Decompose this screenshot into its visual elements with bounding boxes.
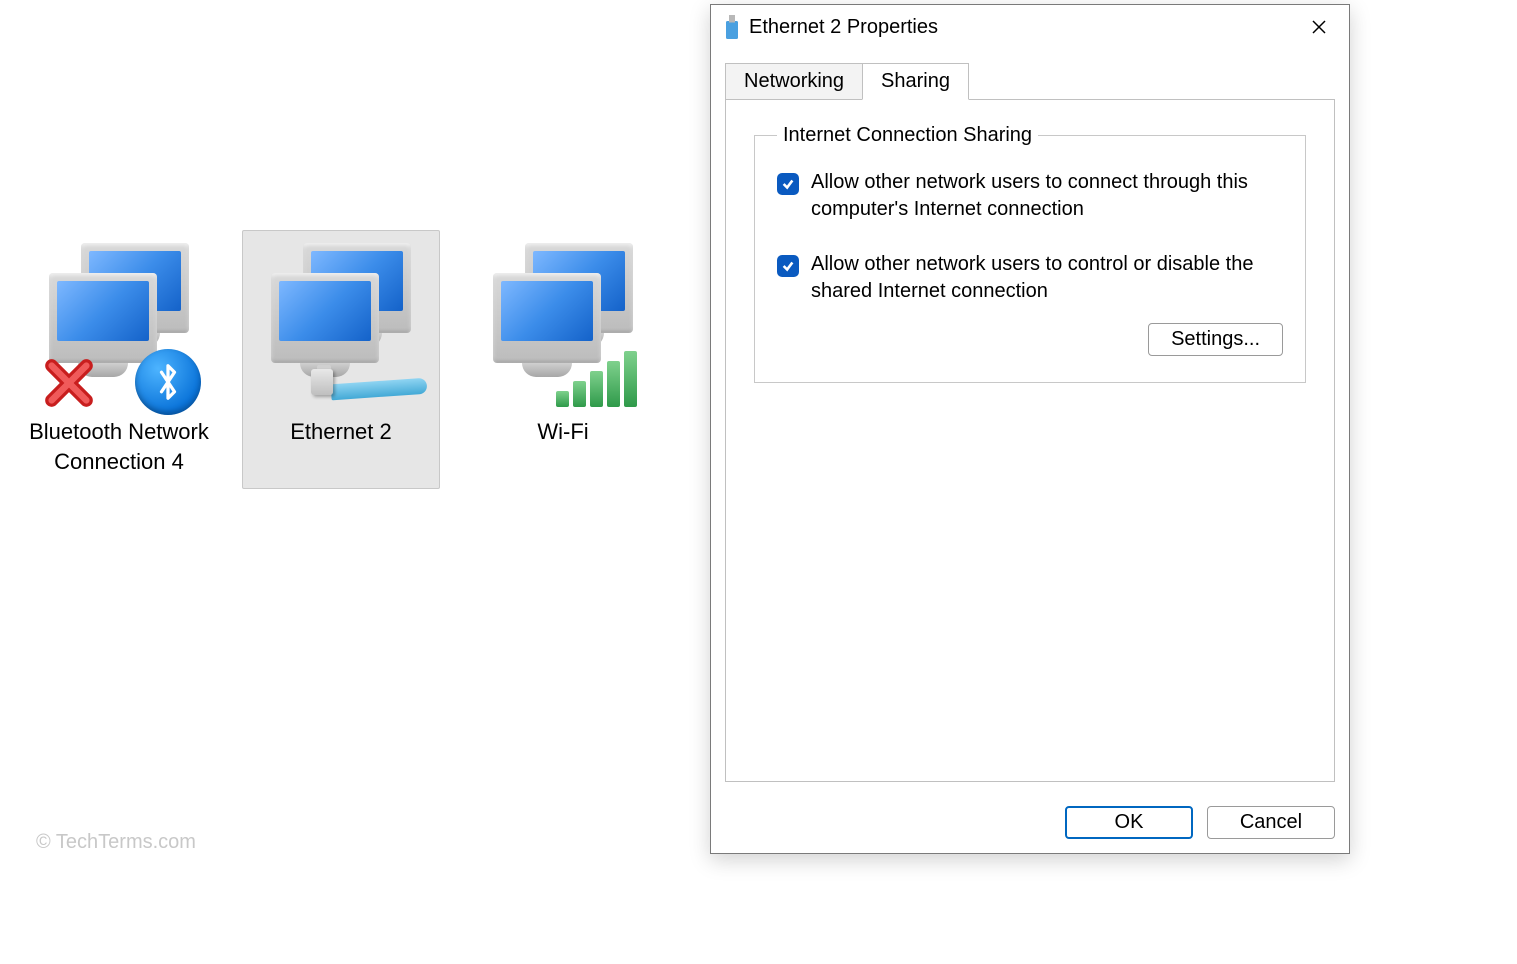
settings-button[interactable]: Settings... — [1148, 323, 1283, 356]
checkbox-row-allow-connect[interactable]: Allow other network users to connect thr… — [777, 169, 1283, 223]
group-title: Internet Connection Sharing — [777, 124, 1038, 147]
tabstrip: Networking Sharing — [711, 49, 1349, 100]
disconnected-x-icon — [43, 357, 95, 409]
ok-button[interactable]: OK — [1065, 806, 1193, 839]
wifi-signal-icon — [556, 351, 637, 407]
connection-item-bluetooth[interactable]: Bluetooth Network Connection 4 — [20, 230, 218, 489]
dialog-actions: OK Cancel — [711, 796, 1349, 853]
dialog-title: Ethernet 2 Properties — [749, 16, 1297, 39]
tab-page-sharing: Internet Connection Sharing Allow other … — [725, 99, 1335, 782]
network-adapter-icon — [723, 14, 741, 40]
connection-label: Bluetooth Network Connection 4 — [27, 417, 211, 476]
bluetooth-icon — [135, 349, 201, 415]
close-button[interactable] — [1297, 5, 1341, 49]
properties-dialog: Ethernet 2 Properties Networking Sharing… — [710, 4, 1350, 854]
checkbox-row-allow-control[interactable]: Allow other network users to control or … — [777, 251, 1283, 305]
tab-sharing[interactable]: Sharing — [862, 63, 969, 100]
group-internet-connection-sharing: Internet Connection Sharing Allow other … — [754, 124, 1306, 383]
checkbox-label: Allow other network users to control or … — [811, 251, 1283, 305]
dialog-titlebar[interactable]: Ethernet 2 Properties — [711, 5, 1349, 49]
connection-label: Wi-Fi — [471, 417, 655, 447]
monitor-icon — [483, 243, 643, 413]
checkbox-allow-control[interactable] — [777, 255, 799, 277]
monitor-icon — [261, 243, 421, 413]
network-connections-panel: Bluetooth Network Connection 4 Ethernet … — [20, 230, 662, 489]
ethernet-cable-icon — [311, 347, 427, 407]
cancel-button[interactable]: Cancel — [1207, 806, 1335, 839]
tab-networking[interactable]: Networking — [725, 63, 863, 100]
watermark: © TechTerms.com — [36, 831, 196, 854]
connection-item-wifi[interactable]: Wi-Fi — [464, 230, 662, 489]
checkbox-label: Allow other network users to connect thr… — [811, 169, 1283, 223]
monitor-icon — [39, 243, 199, 413]
connection-label: Ethernet 2 — [249, 417, 433, 447]
checkbox-allow-connect[interactable] — [777, 173, 799, 195]
connection-item-ethernet2[interactable]: Ethernet 2 — [242, 230, 440, 489]
